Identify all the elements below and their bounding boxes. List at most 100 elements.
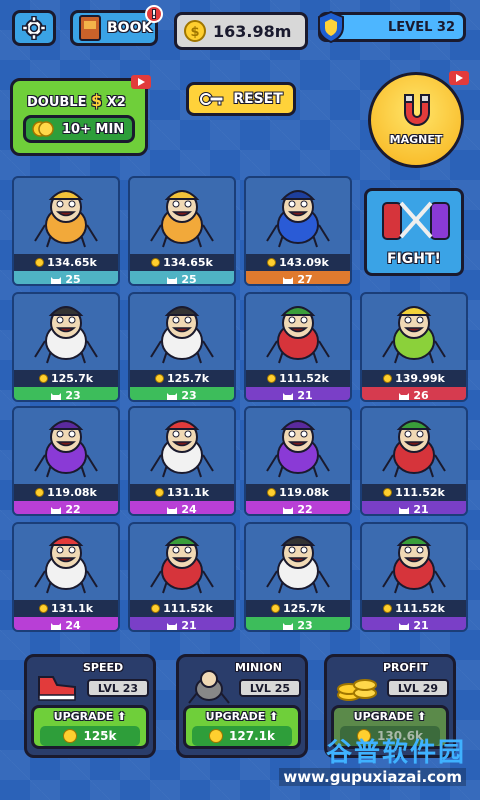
level-row: 21 bbox=[362, 501, 466, 514]
watermark: 谷普软件园 www.gupuxiazai.com bbox=[252, 732, 472, 794]
coin-icon bbox=[151, 258, 161, 267]
monster-card[interactable]: 125.7k 23 bbox=[12, 292, 120, 402]
level-row: 25 bbox=[14, 271, 118, 286]
level-value: 26 bbox=[413, 389, 429, 402]
coins-icon bbox=[32, 121, 54, 137]
monster-card[interactable]: 111.52k 21 bbox=[360, 406, 468, 516]
monster-card[interactable]: 125.7k 23 bbox=[244, 522, 352, 632]
monster-card[interactable]: 134.65k 25 bbox=[128, 176, 236, 286]
monster-art bbox=[130, 408, 234, 484]
arrow-up-icon: ⬆ bbox=[269, 710, 279, 723]
income-value: 125.7k bbox=[282, 602, 326, 615]
cat-icon bbox=[283, 506, 294, 514]
tomato-monster-icon bbox=[382, 536, 446, 594]
upgrade-label: UPGRADE ⬆ bbox=[353, 710, 427, 723]
monster-art bbox=[14, 178, 118, 254]
video-ad-icon bbox=[131, 75, 151, 89]
coin-icon bbox=[270, 604, 280, 613]
monster-card[interactable]: 131.1k 24 bbox=[128, 406, 236, 516]
money-value: 163.98m bbox=[213, 21, 292, 41]
book-icon bbox=[79, 15, 101, 41]
captain-monster-icon bbox=[266, 190, 330, 248]
coin-icon: $ bbox=[184, 20, 206, 42]
level-value: 21 bbox=[297, 389, 313, 402]
monster-card[interactable]: 125.7k 23 bbox=[128, 292, 236, 402]
monster-art bbox=[130, 178, 234, 254]
coin-icon bbox=[151, 604, 161, 613]
income-row: 125.7k bbox=[130, 370, 234, 387]
book-button[interactable]: BOOK ! bbox=[70, 5, 163, 46]
income-row: 111.52k bbox=[246, 370, 350, 387]
upgrade-card-speed: SPEED LVL 23 UPGRADE ⬆ 125k bbox=[24, 654, 156, 758]
upgrade-title: MINION bbox=[235, 661, 282, 674]
butcher-monster-icon bbox=[150, 306, 214, 364]
monster-card[interactable]: 111.52k 21 bbox=[244, 292, 352, 402]
income-row: 134.65k bbox=[14, 254, 118, 271]
monster-art bbox=[14, 524, 118, 600]
monster-card[interactable]: 111.52k 21 bbox=[360, 522, 468, 632]
income-row: 111.52k bbox=[362, 484, 466, 501]
income-value: 111.52k bbox=[163, 602, 213, 615]
coin-icon bbox=[267, 374, 277, 383]
watermark-title: 谷普软件园 bbox=[325, 738, 466, 768]
monster-art bbox=[362, 408, 466, 484]
income-value: 134.65k bbox=[163, 256, 213, 269]
monster-card[interactable]: 119.08k 22 bbox=[12, 406, 120, 516]
level-value: 27 bbox=[297, 273, 313, 286]
double-duration-button[interactable]: 10+ MIN bbox=[23, 115, 135, 143]
fight-button[interactable]: FIGHT! bbox=[364, 188, 464, 276]
monster-art bbox=[246, 178, 350, 254]
monster-art bbox=[246, 524, 350, 600]
coin-icon bbox=[383, 374, 393, 383]
level-row: 23 bbox=[14, 387, 118, 402]
magnet-icon bbox=[404, 94, 430, 126]
butcher-monster-icon bbox=[34, 306, 98, 364]
monster-card[interactable]: 143.09k 27 bbox=[244, 176, 352, 286]
cat-icon bbox=[283, 622, 294, 630]
monster-card[interactable]: 131.1k 24 bbox=[12, 522, 120, 632]
miner-monster-icon bbox=[34, 190, 98, 248]
shield-icon bbox=[318, 11, 344, 43]
svg-text:$: $ bbox=[190, 25, 199, 40]
income-value: 143.09k bbox=[279, 256, 329, 269]
double-income-panel[interactable]: DOUBLE $ X2 10+ MIN bbox=[10, 75, 151, 156]
upgrade-button[interactable]: UPGRADE ⬆ 125k bbox=[31, 705, 149, 749]
level-row: 24 bbox=[130, 501, 234, 514]
arrow-up-icon: ⬆ bbox=[117, 710, 127, 723]
miner-monster-icon bbox=[150, 190, 214, 248]
reset-button[interactable]: RESET bbox=[186, 82, 296, 116]
level-value: 23 bbox=[297, 619, 313, 632]
gear-icon bbox=[22, 16, 46, 40]
level-bar: LEVEL 32 bbox=[318, 11, 466, 43]
money-display: $ 163.98m bbox=[174, 12, 308, 50]
monster-card[interactable]: 134.65k 25 bbox=[12, 176, 120, 286]
income-value: 131.1k bbox=[166, 486, 210, 499]
minion-icon bbox=[188, 670, 230, 704]
income-value: 134.65k bbox=[47, 256, 97, 269]
income-row: 111.52k bbox=[130, 600, 234, 617]
level-row: 21 bbox=[246, 387, 350, 402]
income-row: 131.1k bbox=[14, 600, 118, 617]
monster-art bbox=[362, 294, 466, 370]
cat-icon bbox=[51, 392, 62, 400]
upgrade-level: LVL 29 bbox=[387, 679, 449, 697]
coin-icon bbox=[383, 604, 393, 613]
income-value: 131.1k bbox=[50, 602, 94, 615]
settings-button[interactable] bbox=[12, 10, 56, 46]
monster-card[interactable]: 139.99k 26 bbox=[360, 292, 468, 402]
level-row: 26 bbox=[362, 387, 466, 402]
monster-card[interactable]: 119.08k 22 bbox=[244, 406, 352, 516]
cat-icon bbox=[167, 392, 178, 400]
level-row: 22 bbox=[246, 501, 350, 514]
income-value: 119.08k bbox=[279, 486, 329, 499]
level-value: 22 bbox=[65, 503, 81, 516]
level-value: 25 bbox=[65, 273, 81, 286]
income-value: 111.52k bbox=[279, 372, 329, 385]
magnet-button[interactable]: MAGNET bbox=[368, 71, 469, 168]
level-value: 24 bbox=[65, 619, 81, 632]
monster-card[interactable]: 111.52k 21 bbox=[128, 522, 236, 632]
level-value: 23 bbox=[65, 389, 81, 402]
arrow-up-icon: ⬆ bbox=[417, 710, 427, 723]
witch-monster-icon bbox=[34, 420, 98, 478]
income-row: 119.08k bbox=[246, 484, 350, 501]
